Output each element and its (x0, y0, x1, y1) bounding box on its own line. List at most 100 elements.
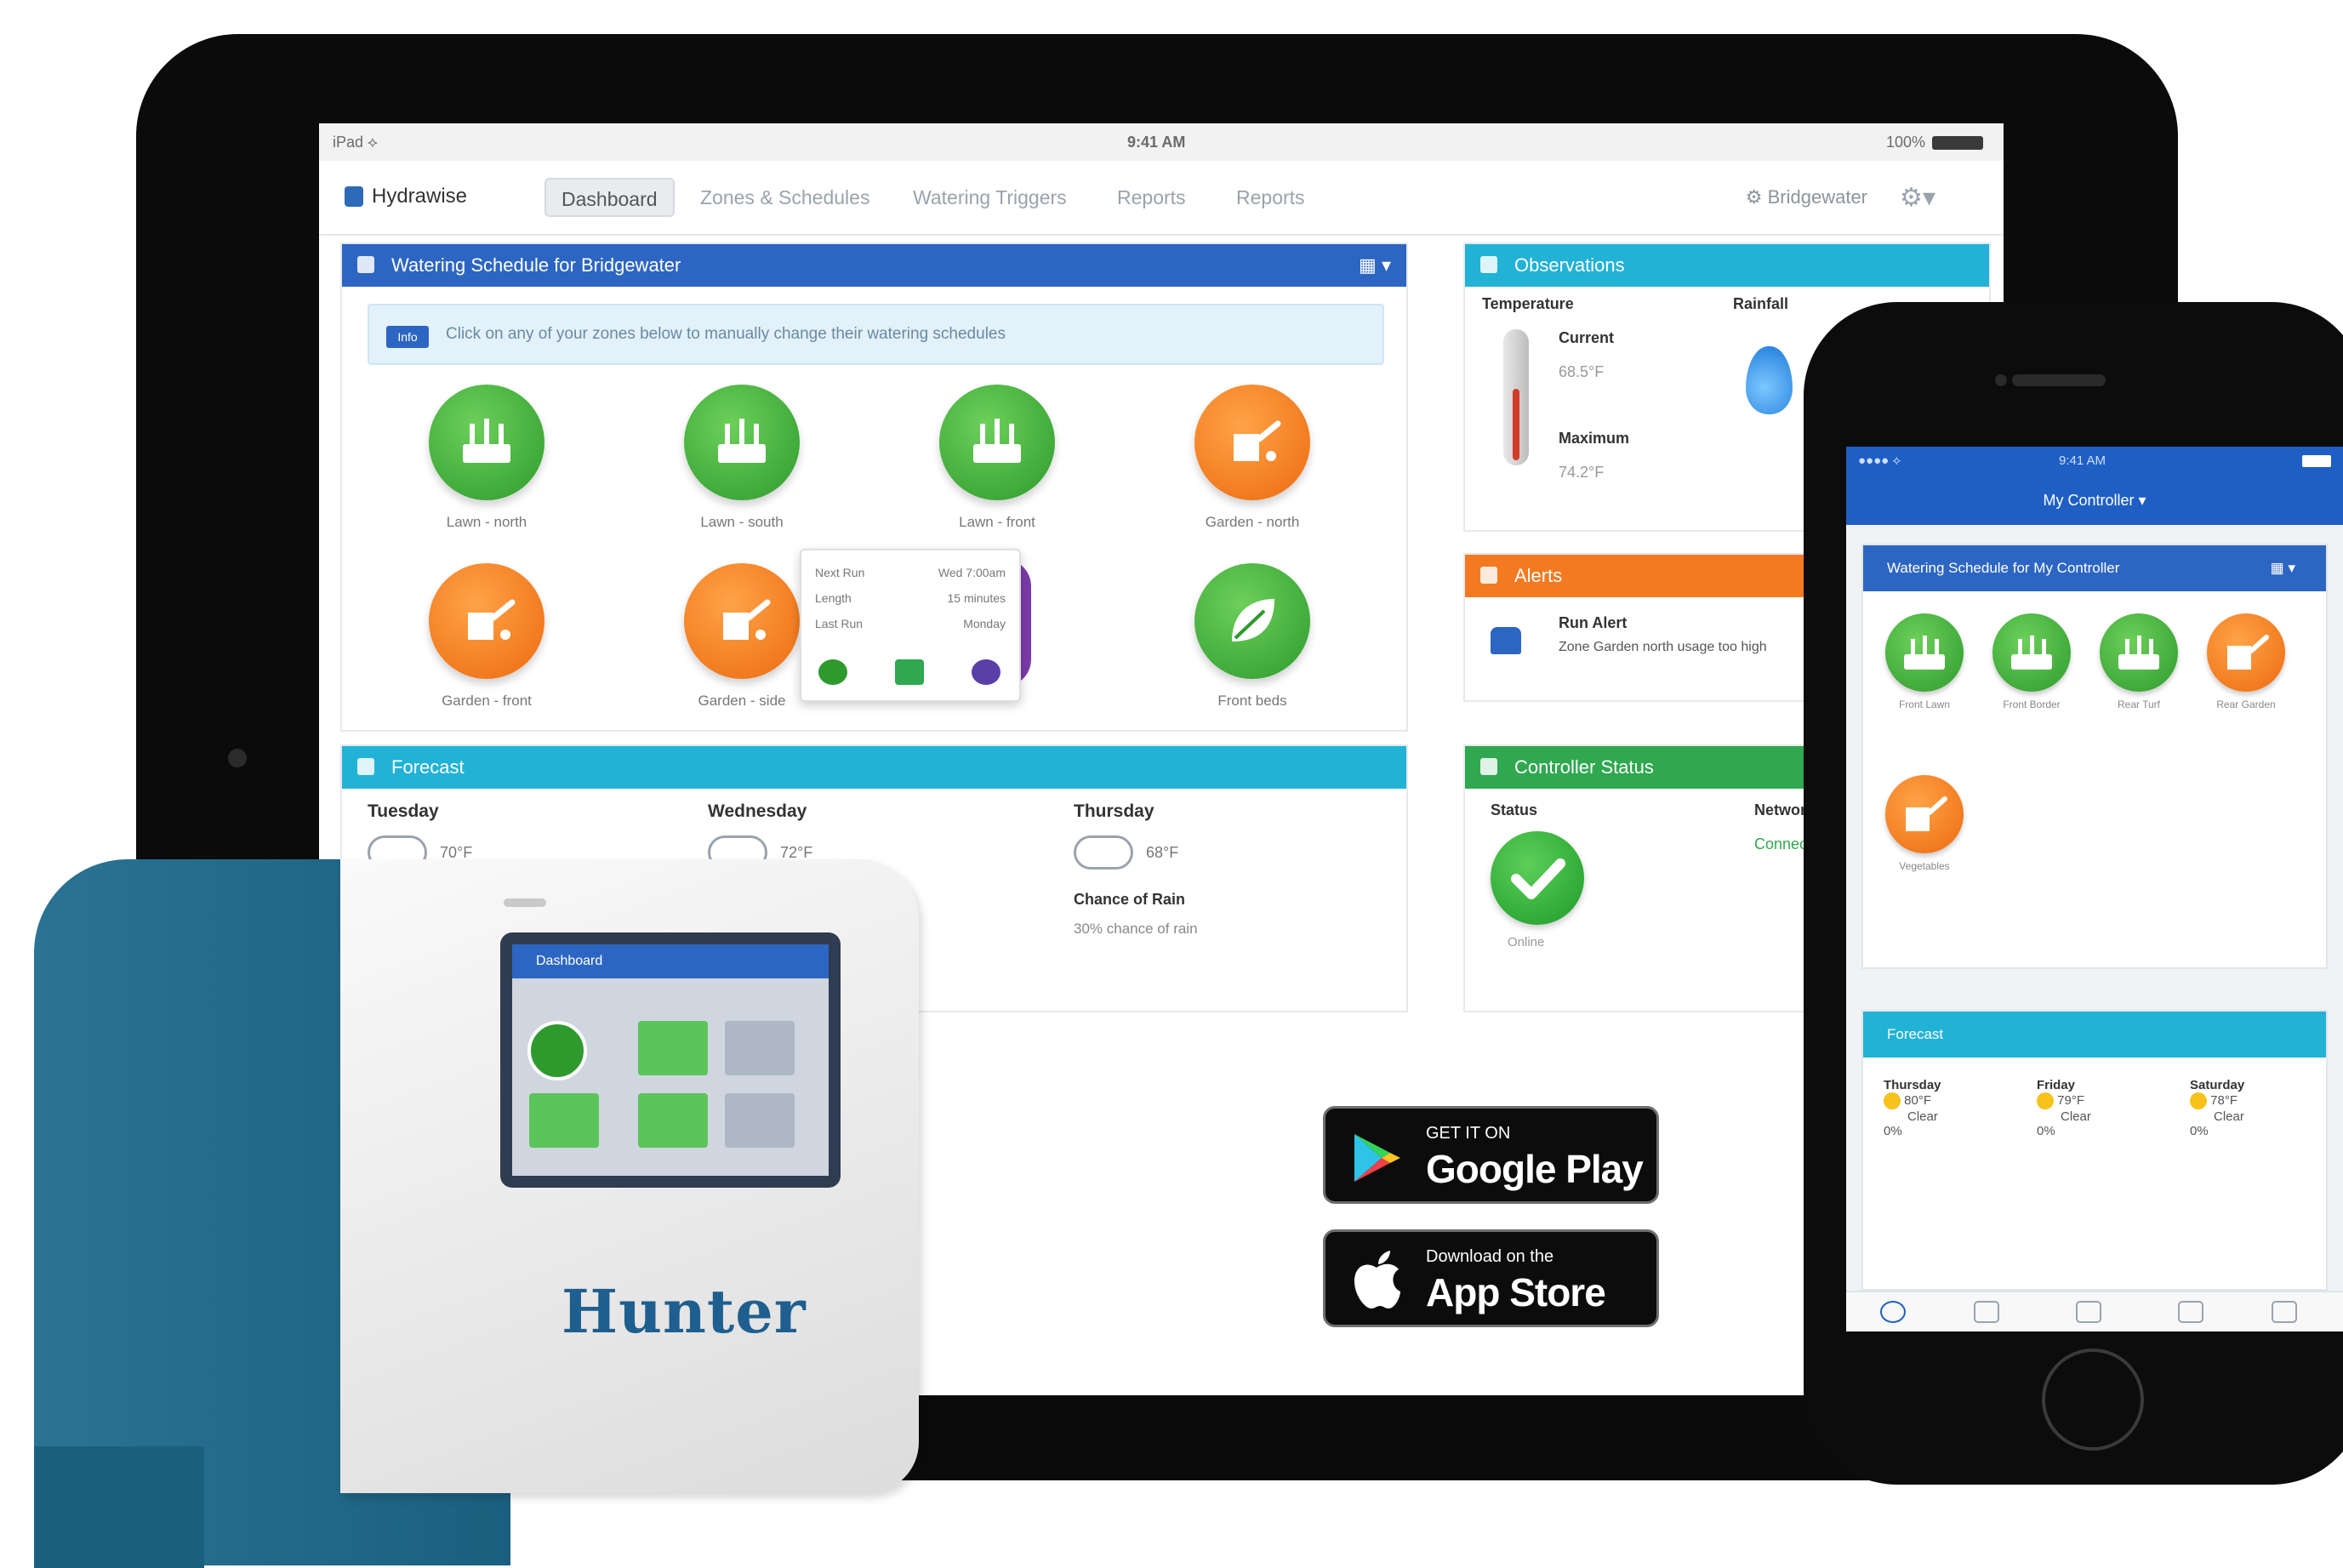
zone-tile[interactable]: Rear Garden (2203, 613, 2289, 710)
zone-label: Lawn - front (959, 514, 1035, 530)
app-store-badge[interactable]: Download on the App Store (1323, 1229, 1659, 1327)
zone-popover: Next Run Wed 7:00am Length 15 minutes Last… (800, 549, 1021, 702)
forecast-detail: 0% (2037, 1124, 2055, 1138)
tablet-camera (228, 749, 247, 767)
triggers-tab-icon[interactable] (2076, 1301, 2101, 1323)
sprinkler-icon (2100, 613, 2178, 692)
alert-text[interactable]: Zone Garden north usage too high (1559, 640, 1767, 655)
zones-tab-icon[interactable] (1974, 1301, 1999, 1323)
panel-title: Watering Schedule for Bridgewater (391, 254, 681, 276)
info-badge: Info (386, 326, 429, 348)
panel-title: Alerts (1514, 565, 1563, 586)
phone-screen: ●●●● ⟡ 9:41 AM My Controller ▾ Watering … (1846, 447, 2343, 1331)
forecast-day-column: Friday 79°F Clear 0% (2037, 1078, 2164, 1138)
controller-tile[interactable] (725, 1021, 795, 1075)
zone-label: Front Lawn (1898, 698, 1951, 710)
zone-tile[interactable]: Front Lawn (1882, 613, 1967, 710)
zone-tile[interactable]: Rear Turf (2096, 613, 2181, 710)
phone-home-button[interactable] (2042, 1348, 2144, 1451)
panel-title: Observations (1514, 254, 1625, 276)
sprinkler-icon (1992, 613, 2071, 692)
controller-screen-title: Dashboard (512, 944, 829, 978)
tab-zones-schedules[interactable]: Zones & Schedules (685, 178, 885, 217)
dashboard-tab-icon[interactable] (1880, 1301, 1906, 1323)
carrier-label: ●●●● ⟡ (1858, 453, 1901, 468)
panel-title: Forecast (391, 756, 465, 778)
sprinkler-icon (939, 385, 1055, 500)
current-value: 68.5°F (1559, 363, 1605, 380)
temperature-label: Temperature (1482, 295, 1574, 312)
rain-drop-icon (1746, 346, 1793, 414)
info-text: Click on any of your zones below to manu… (446, 325, 1006, 343)
cloud-icon (357, 758, 374, 775)
forecast-day: Friday (2037, 1078, 2076, 1092)
more-tab-icon[interactable] (2272, 1301, 2297, 1323)
calendar-icon (357, 256, 374, 273)
zone-label: Lawn - north (446, 514, 527, 530)
zone-tile[interactable]: Lawn - south (640, 385, 844, 531)
panel-header: Observations (1465, 244, 1989, 287)
forecast-day: Thursday (1884, 1078, 1941, 1092)
panel-header: Watering Schedule for My Controller ▦ ▾ (1863, 545, 2326, 591)
panel-menu-icon[interactable]: ▦ ▾ (2271, 545, 2295, 591)
zone-label: Rear Turf (2117, 698, 2160, 710)
chance-of-rain-value: 30% chance of rain (1074, 921, 1198, 937)
forecast-condition: Clear (2214, 1109, 2244, 1124)
forecast-temp: 79°F (2057, 1092, 2085, 1108)
suspend-button[interactable] (895, 659, 924, 685)
zone-label: Front Border (2003, 698, 2061, 710)
tab-watering-triggers[interactable]: Watering Triggers (898, 178, 1082, 217)
brand[interactable]: Hydrawise (345, 185, 467, 208)
controller-header[interactable]: My Controller ▾ (1846, 476, 2343, 525)
thermometer-icon (1503, 329, 1529, 465)
maximum-label: Maximum (1559, 430, 1630, 447)
forecast-temp: 68°F (1146, 844, 1179, 861)
leaf-icon (1194, 563, 1310, 679)
google-play-badge[interactable]: GET IT ON Google Play (1323, 1106, 1659, 1204)
bottom-tab-bar (1846, 1291, 2343, 1331)
reports-tab-icon[interactable] (2178, 1301, 2203, 1323)
carrier-label: iPad ⟡ (333, 134, 378, 151)
panel-menu-icon[interactable]: ▦ ▾ (1359, 244, 1391, 287)
forecast-detail: 0% (1884, 1124, 1902, 1138)
zone-tile[interactable]: Vegetables (1882, 775, 1967, 872)
online-check-icon (1491, 831, 1584, 925)
badge-small-text: Download on the (1426, 1247, 1554, 1266)
zone-tile[interactable]: Lawn - north (385, 385, 589, 531)
controller-tile[interactable] (638, 1021, 708, 1075)
zone-label: Rear Garden (2216, 698, 2276, 710)
run-now-button[interactable] (818, 659, 847, 685)
sprinkler-icon (1885, 613, 1964, 692)
zone-label: Lawn - south (700, 514, 784, 530)
forecast-detail: 0% (2190, 1124, 2209, 1138)
settings-gear-icon[interactable]: ⚙▾ (1900, 183, 1935, 213)
zone-tile[interactable]: Front Border (1989, 613, 2074, 710)
panel-header: Forecast (1863, 1012, 2326, 1058)
controller-tile[interactable] (638, 1093, 708, 1148)
forecast-condition: Clear (1907, 1109, 1938, 1124)
tab-dashboard[interactable]: Dashboard (544, 178, 675, 217)
controller-screen-content: Dashboard (512, 944, 829, 1176)
zone-label: Vegetables (1899, 860, 1950, 872)
controller-touchscreen[interactable]: Dashboard (500, 932, 841, 1188)
zone-tile[interactable]: Lawn - front (895, 385, 1099, 531)
apple-logo-icon (1354, 1251, 1400, 1309)
controller-led (504, 898, 546, 907)
maximum-value: 74.2°F (1559, 464, 1605, 481)
tab-reports-2[interactable]: Reports (1221, 178, 1320, 217)
tab-reports[interactable]: Reports (1102, 178, 1201, 217)
zone-tile[interactable]: Garden - north (1150, 385, 1354, 531)
brand-name: Hydrawise (372, 185, 468, 208)
leaf-icon (527, 1021, 587, 1080)
zone-tile[interactable]: Garden - front (385, 563, 589, 710)
forecast-day-column: Saturday 78°F Clear 0% (2190, 1078, 2317, 1138)
ios-status-bar: iPad ⟡ 9:41 AM 100% (319, 123, 2004, 161)
controller-selector[interactable]: ⚙ Bridgewater (1746, 186, 1867, 208)
controller-tile[interactable] (725, 1093, 795, 1148)
controller-tile[interactable] (529, 1093, 599, 1148)
zone-tile[interactable]: Front beds (1150, 563, 1354, 710)
stop-button[interactable] (972, 659, 1000, 685)
battery-icon: 100% (1886, 134, 1983, 151)
rain-cloud-icon (1074, 835, 1133, 870)
forecast-day-column: Thursday 80°F Clear 0% (1884, 1078, 2011, 1138)
